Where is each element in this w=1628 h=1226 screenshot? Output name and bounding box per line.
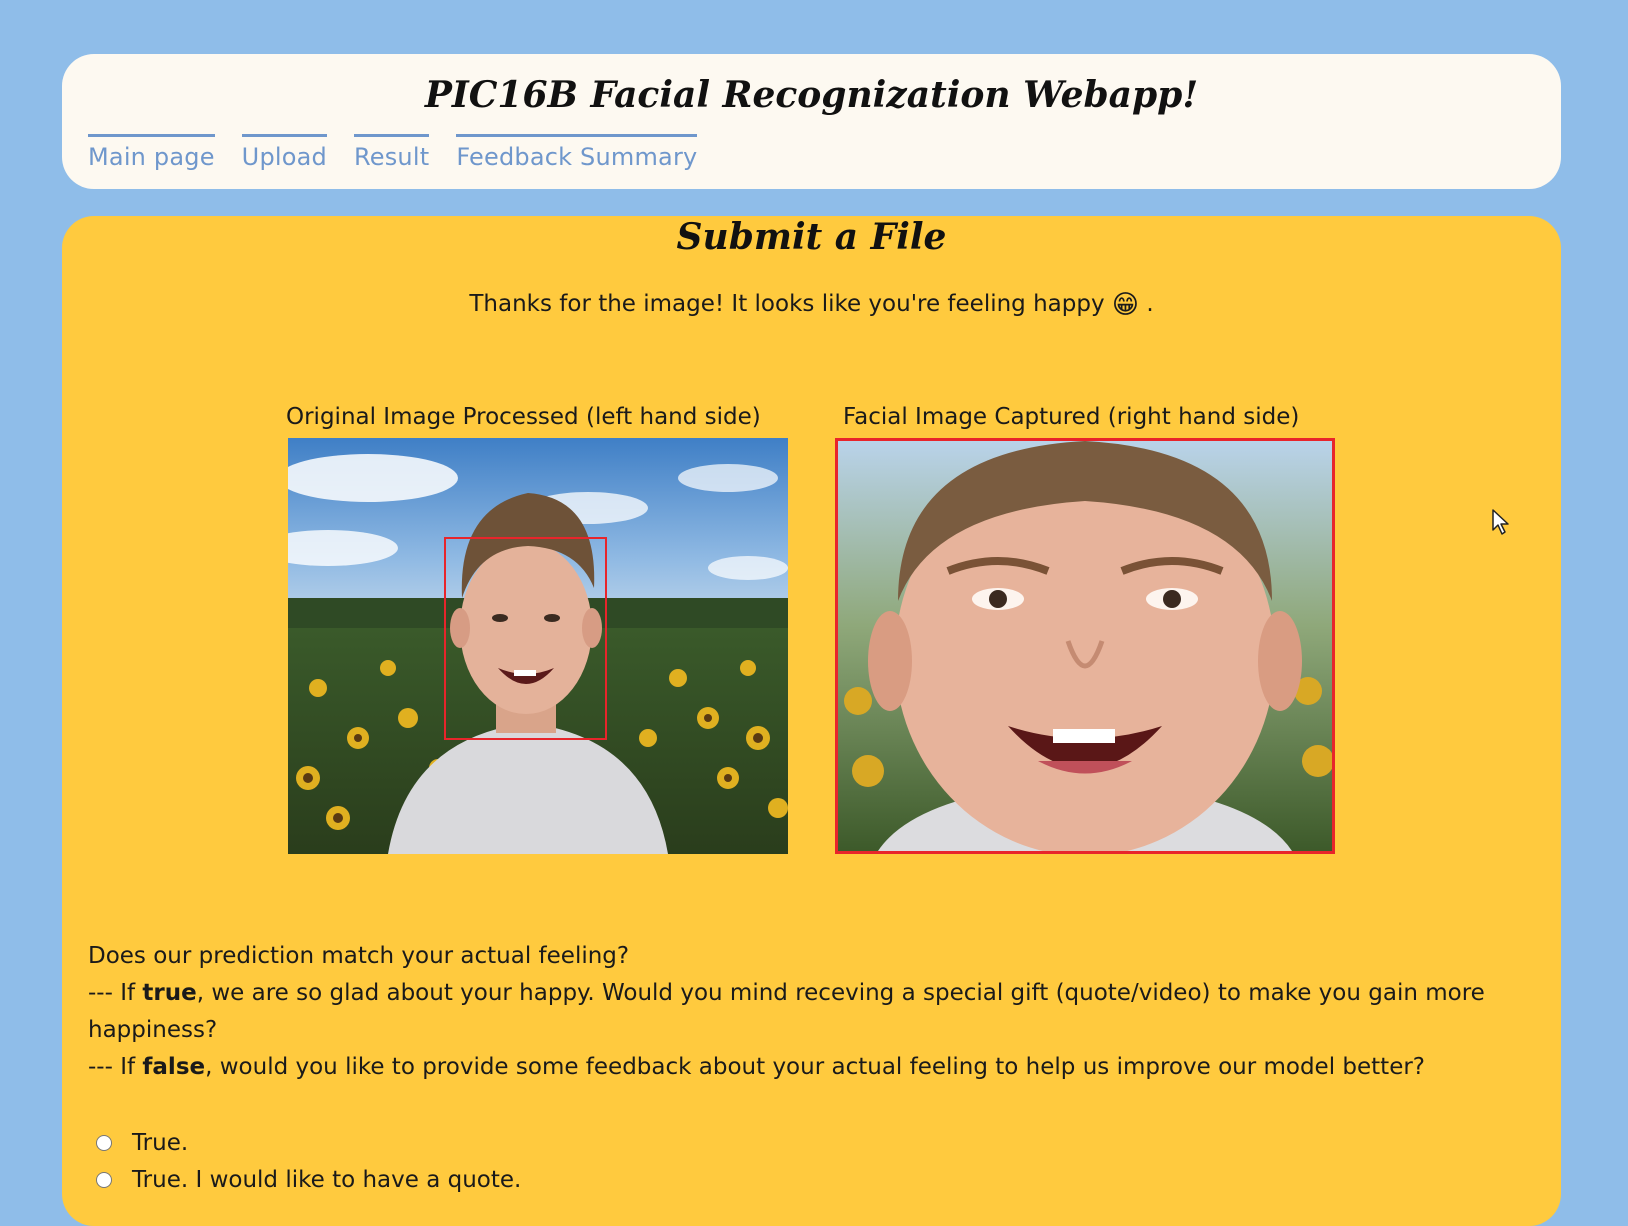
- section-title: Submit a File: [676, 216, 947, 258]
- false-keyword: false: [142, 1054, 206, 1080]
- facial-image-caption: Facial Image Captured (right hand side): [843, 404, 1300, 430]
- nav-upload[interactable]: Upload: [241, 134, 327, 171]
- prediction-suffix: .: [1146, 291, 1154, 317]
- nav-feedback-summary[interactable]: Feedback Summary: [456, 134, 698, 171]
- app-title: PIC16B Facial Recognization Webapp!: [424, 74, 1199, 116]
- mouse-pointer-icon: [1491, 508, 1511, 540]
- prediction-text: Thanks for the image! It looks like you'…: [469, 291, 1105, 317]
- prediction-message: Thanks for the image! It looks like you'…: [62, 290, 1561, 320]
- radio-button[interactable]: [96, 1134, 112, 1151]
- captured-face-image: [835, 438, 1335, 854]
- question-text: Does our prediction match your actual fe…: [88, 943, 630, 969]
- option-true-quote-label: True. I would like to have a quote.: [132, 1166, 522, 1193]
- submit-panel: Submit a File Thanks for the image! It l…: [62, 216, 1561, 1226]
- grinning-face-icon: 😁: [1111, 290, 1139, 320]
- feedback-question: Does our prediction match your actual fe…: [88, 938, 1528, 1086]
- option-true[interactable]: True.: [96, 1124, 521, 1161]
- true-keyword: true: [142, 980, 197, 1006]
- face-detection-box: [444, 537, 607, 740]
- original-image-caption: Original Image Processed (left hand side…: [286, 404, 761, 430]
- option-true-quote[interactable]: True. I would like to have a quote.: [96, 1161, 521, 1198]
- original-image: [288, 438, 788, 854]
- radio-button[interactable]: [96, 1171, 112, 1188]
- main-nav: Main page Upload Result Feedback Summary: [88, 134, 698, 171]
- false-explanation: --- If false, would you like to provide …: [88, 1054, 1426, 1080]
- nav-result[interactable]: Result: [353, 134, 430, 171]
- nav-main-page[interactable]: Main page: [88, 134, 215, 171]
- feedback-options: True. True. I would like to have a quote…: [96, 1124, 521, 1198]
- option-true-label: True.: [132, 1129, 189, 1156]
- true-explanation: --- If true, we are so glad about your h…: [88, 980, 1485, 1043]
- header-panel: PIC16B Facial Recognization Webapp! Main…: [62, 54, 1561, 189]
